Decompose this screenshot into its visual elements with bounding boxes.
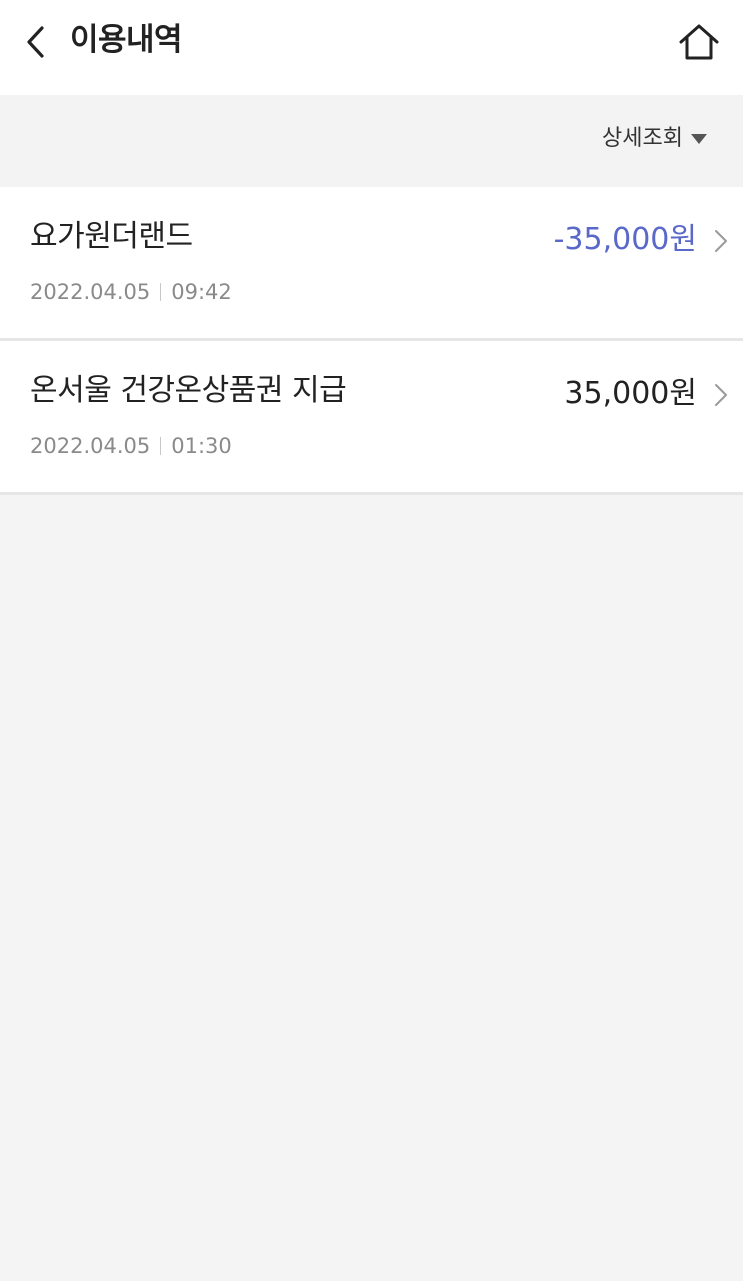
home-button[interactable] [675,18,723,66]
filter-bar: 상세조회 [0,95,743,187]
transaction-time: 09:42 [171,280,232,304]
transaction-title: 온서울 건강온상품권 지급 [30,373,347,408]
transaction-datetime: 2022.04.05 09:42 [30,278,232,306]
app-header: 이용내역 [0,0,743,95]
transaction-date: 2022.04.05 [30,434,151,458]
transaction-amount: -35,000원 [553,222,697,257]
transaction-row[interactable]: 요가원더랜드 2022.04.05 09:42 -35,000원 [0,187,743,341]
transaction-title: 요가원더랜드 [30,219,193,254]
back-button[interactable] [14,20,58,64]
transaction-row[interactable]: 온서울 건강온상품권 지급 2022.04.05 01:30 35,000원 [0,341,743,495]
caret-down-icon [691,134,707,144]
meta-divider [160,283,162,301]
page-title: 이용내역 [70,22,183,58]
meta-divider [160,437,162,455]
transaction-datetime: 2022.04.05 01:30 [30,432,232,460]
transaction-time: 01:30 [171,434,232,458]
transaction-date: 2022.04.05 [30,280,151,304]
chevron-right-icon [711,229,731,253]
chevron-right-icon [711,383,731,407]
chevron-left-icon [27,26,44,58]
transaction-amount: 35,000원 [564,376,697,411]
transaction-list: 요가원더랜드 2022.04.05 09:42 -35,000원 온서울 건강온… [0,187,743,495]
detail-search-label: 상세조회 [602,126,683,151]
detail-search-button[interactable]: 상세조회 [602,123,707,155]
home-icon [679,24,719,60]
